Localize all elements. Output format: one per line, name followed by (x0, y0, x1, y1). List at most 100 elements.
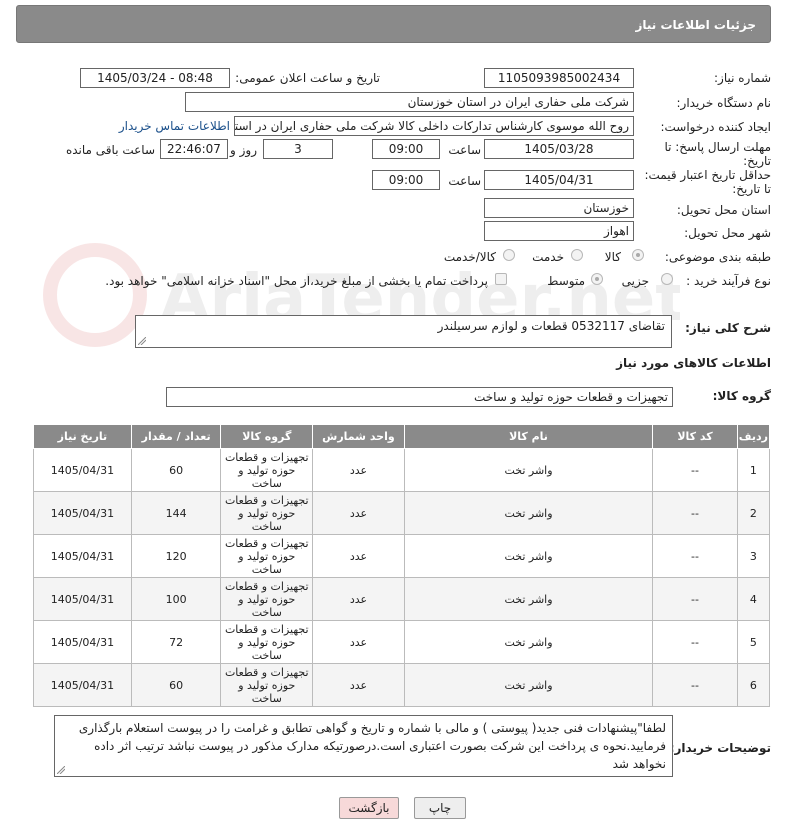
need-number-field[interactable]: 1105093985002434 (484, 68, 634, 88)
resize-grip-icon[interactable] (57, 766, 65, 774)
goods-group-label: گروه کالا: (712, 389, 771, 403)
row-date: 1405/04/31 (33, 663, 132, 707)
need-number-label: شماره نیاز: (714, 71, 771, 85)
row-index: 1 (736, 448, 771, 492)
row-code: -- (652, 620, 738, 664)
col-unit: واحد شمارش (312, 424, 405, 449)
validity-time-field[interactable]: 09:00 (372, 170, 440, 190)
process-label: نوع فرآیند خرید : (686, 274, 771, 288)
remaining-label: ساعت باقی مانده (65, 143, 155, 157)
province-field[interactable]: خوزستان (484, 198, 634, 218)
col-code: کد کالا (652, 424, 738, 449)
province-label: استان محل تحویل: (676, 203, 771, 217)
row-index: 5 (736, 620, 771, 664)
row-qty: 60 (130, 663, 222, 707)
row-group: تجهیزات و قطعات حوزه تولید و ساخت (220, 620, 314, 664)
goods-table: ردیف کد کالا نام کالا واحد شمارش گروه کا… (33, 424, 771, 707)
category-option-service: خدمت (532, 250, 564, 264)
validity-label: حداقل تاریخ اعتبار قیمت: (644, 168, 771, 182)
buyer-contact-link[interactable]: اطلاعات تماس خریدار (119, 119, 230, 133)
row-qty: 100 (130, 577, 222, 621)
row-unit: عدد (312, 620, 405, 664)
table-row: 1 -- واشر تخت عدد تجهیزات و قطعات حوزه تولید… (33, 448, 771, 492)
back-button[interactable]: بازگشت (339, 797, 399, 819)
row-date: 1405/04/31 (33, 577, 132, 621)
row-code: -- (652, 491, 738, 535)
validity-label-date: تا تاریخ: (732, 182, 771, 196)
validity-date-field[interactable]: 1405/04/31 (484, 170, 634, 190)
row-group: تجهیزات و قطعات حوزه تولید و ساخت (220, 577, 314, 621)
city-field[interactable]: اهواز (484, 221, 634, 241)
row-name: واشر تخت (403, 534, 654, 578)
category-radio-goods-service[interactable] (503, 249, 515, 261)
days-remaining-field[interactable]: 3 (263, 139, 333, 159)
category-radio-goods[interactable] (632, 249, 644, 261)
buyer-notes-textarea[interactable]: لطفا"پیشنهادات فنی جدید( پیوستی ) و مالی… (54, 715, 673, 777)
description-text: تقاضای 0532117 قطعات و لوازم سرسیلندر (437, 319, 665, 333)
resize-grip-icon[interactable] (138, 337, 146, 345)
row-date: 1405/04/31 (33, 620, 132, 664)
page-title: جزئیات اطلاعات نیاز (16, 5, 771, 43)
row-qty: 144 (130, 491, 222, 535)
print-button[interactable]: چاپ (414, 797, 466, 819)
description-label: شرح کلی نیاز: (685, 321, 771, 335)
row-code: -- (652, 577, 738, 621)
row-name: واشر تخت (403, 491, 654, 535)
table-row: 2 -- واشر تخت عدد تجهیزات و قطعات حوزه تولید… (33, 491, 771, 535)
row-name: واشر تخت (403, 577, 654, 621)
creator-label: ایجاد کننده درخواست: (660, 120, 771, 134)
row-date: 1405/04/31 (33, 448, 132, 492)
row-qty: 60 (130, 448, 222, 492)
announce-label: تاریخ و ساعت اعلان عمومی: (235, 71, 380, 85)
row-code: -- (652, 663, 738, 707)
row-code: -- (652, 448, 738, 492)
category-option-goods: کالا (604, 250, 621, 264)
process-option-medium: متوسط (547, 274, 585, 288)
deadline-time-field[interactable]: 09:00 (372, 139, 440, 159)
row-index: 6 (736, 663, 771, 707)
col-date: تاریخ نیاز (33, 424, 132, 449)
table-row: 3 -- واشر تخت عدد تجهیزات و قطعات حوزه تولید… (33, 534, 771, 578)
announce-datetime-field[interactable]: 1405/03/24 - 08:48 (80, 68, 230, 88)
row-qty: 72 (130, 620, 222, 664)
row-index: 4 (736, 577, 771, 621)
goods-group-field[interactable]: تجهیزات و قطعات حوزه تولید و ساخت (166, 387, 673, 407)
table-row: 4 -- واشر تخت عدد تجهیزات و قطعات حوزه تولید… (33, 577, 771, 621)
col-group: گروه کالا (220, 424, 314, 449)
row-name: واشر تخت (403, 448, 654, 492)
buyer-org-field[interactable]: شرکت ملی حفاری ایران در استان خوزستان (185, 92, 634, 112)
col-name: نام کالا (403, 424, 654, 449)
remaining-time-field[interactable]: 22:46:07 (160, 139, 228, 159)
row-date: 1405/04/31 (33, 491, 132, 535)
table-row: 5 -- واشر تخت عدد تجهیزات و قطعات حوزه تولید… (33, 620, 771, 664)
row-unit: عدد (312, 534, 405, 578)
table-row: 6 -- واشر تخت عدد تجهیزات و قطعات حوزه تولید… (33, 663, 771, 707)
process-radio-medium[interactable] (591, 273, 603, 285)
process-option-minor: جزیی (621, 274, 649, 288)
buyer-notes-text: لطفا"پیشنهادات فنی جدید( پیوستی ) و مالی… (78, 721, 666, 771)
row-code: -- (652, 534, 738, 578)
deadline-label: مهلت ارسال پاسخ: تا (664, 140, 771, 154)
creator-field[interactable]: روح الله موسوی کارشناس تدارکات داخلی کال… (234, 116, 634, 136)
row-group: تجهیزات و قطعات حوزه تولید و ساخت (220, 491, 314, 535)
row-group: تجهیزات و قطعات حوزه تولید و ساخت (220, 534, 314, 578)
category-option-goods-service: کالا/خدمت (443, 250, 496, 264)
row-group: تجهیزات و قطعات حوزه تولید و ساخت (220, 663, 314, 707)
deadline-date-field[interactable]: 1405/03/28 (484, 139, 634, 159)
treasury-payment-label: پرداخت تمام یا بخشی از مبلغ خرید،از محل … (105, 274, 488, 288)
row-index: 2 (736, 491, 771, 535)
category-radio-service[interactable] (571, 249, 583, 261)
row-unit: عدد (312, 577, 405, 621)
col-index: ردیف (736, 424, 771, 449)
row-name: واشر تخت (403, 663, 654, 707)
table-header-row: ردیف کد کالا نام کالا واحد شمارش گروه کا… (33, 424, 771, 449)
row-unit: عدد (312, 491, 405, 535)
col-qty: تعداد / مقدار (130, 424, 222, 449)
goods-section-title: اطلاعات کالاهای مورد نیاز (616, 356, 771, 370)
description-textarea[interactable]: تقاضای 0532117 قطعات و لوازم سرسیلندر (135, 315, 672, 348)
row-unit: عدد (312, 448, 405, 492)
treasury-payment-checkbox[interactable] (495, 273, 507, 285)
row-name: واشر تخت (403, 620, 654, 664)
process-radio-minor[interactable] (661, 273, 673, 285)
deadline-time-label: ساعت (448, 143, 481, 157)
